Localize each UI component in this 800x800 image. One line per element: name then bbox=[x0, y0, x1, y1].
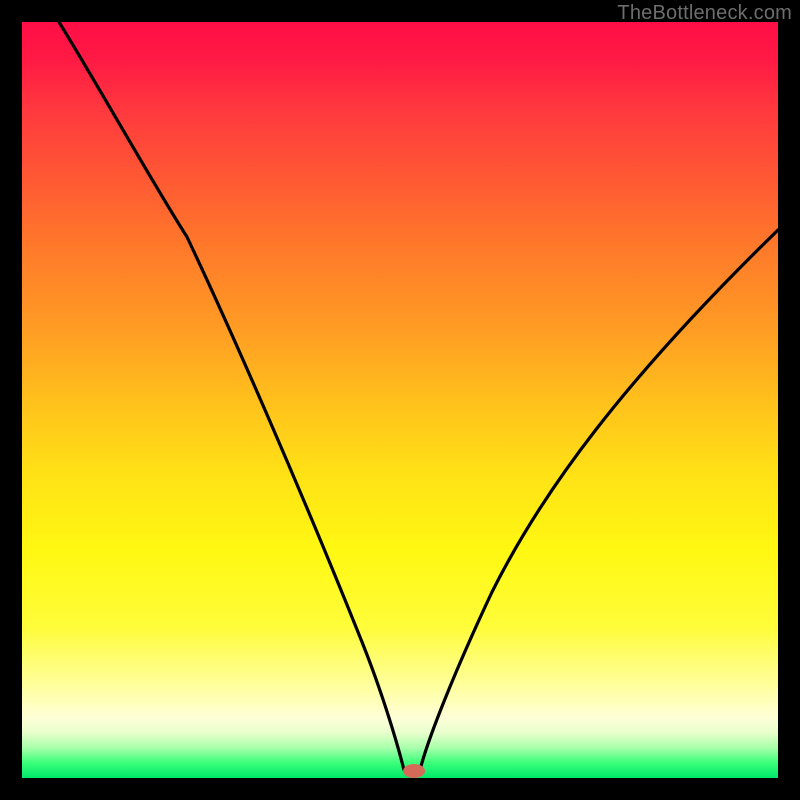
bottleneck-chart: TheBottleneck.com bbox=[0, 0, 800, 800]
plot-area bbox=[22, 22, 778, 778]
gradient-background bbox=[22, 22, 778, 778]
